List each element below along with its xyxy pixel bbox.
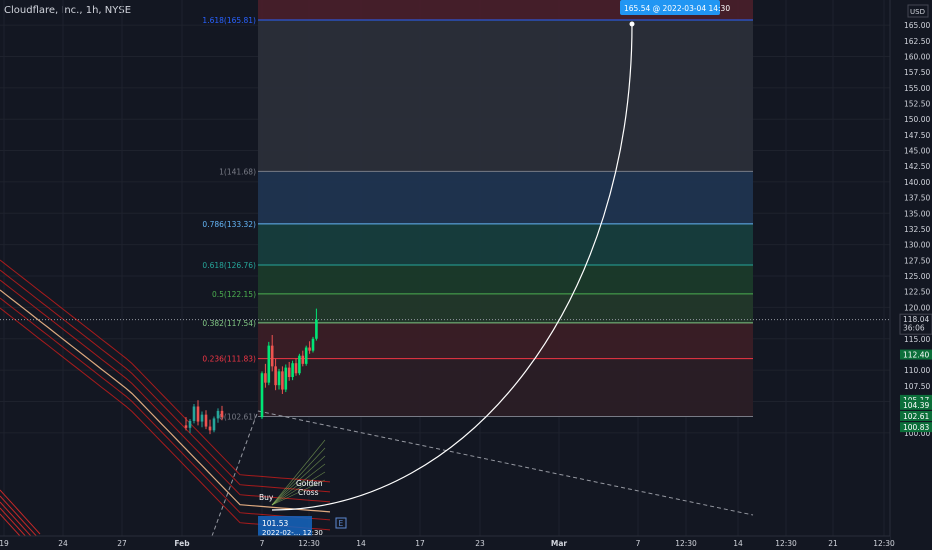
candle-body[interactable]: [274, 366, 277, 386]
price-axis-tick-label: 150.00: [904, 115, 930, 124]
price-axis-tick-label: 110.00: [904, 366, 930, 375]
candle-body[interactable]: [184, 425, 188, 428]
candle-body[interactable]: [301, 355, 305, 364]
candle-body[interactable]: [315, 319, 318, 339]
fib-level-label: 1(141.68): [219, 167, 256, 176]
price-axis-tick-label: 157.50: [904, 68, 930, 77]
projection-endpoint[interactable]: [629, 21, 635, 27]
time-axis-tick-label: 12:30: [298, 539, 320, 548]
time-axis-tick-label: 14: [733, 539, 743, 548]
time-axis-tick-label: 24: [58, 539, 68, 548]
moving-average-line: [0, 495, 41, 541]
candle-body[interactable]: [204, 414, 208, 427]
candle-body[interactable]: [291, 363, 294, 378]
candle-body[interactable]: [208, 426, 212, 431]
candle-body[interactable]: [264, 373, 267, 383]
price-label: 104.39: [903, 401, 929, 410]
fib-level-label: 0.786(133.32): [202, 220, 256, 229]
price-axis-tick-label: 147.50: [904, 131, 930, 140]
candle-body[interactable]: [277, 371, 281, 386]
price-label-countdown: 36:06: [903, 324, 925, 333]
fib-level-label: 0.618(126.76): [202, 261, 256, 270]
time-axis-tick-label: 23: [475, 539, 485, 548]
golden-cross-label: Golden: [296, 479, 323, 488]
moving-average-line: [0, 489, 41, 535]
trend-line: [257, 410, 754, 516]
buy-label: Buy: [259, 493, 274, 502]
fib-zone: [258, 223, 753, 265]
fib-zone: [258, 293, 753, 323]
price-axis-tick-label: 130.00: [904, 241, 930, 250]
fib-level-label: 0(102.61): [219, 412, 256, 421]
price-axis-tick-label: 152.50: [904, 100, 930, 109]
candle-body[interactable]: [267, 345, 271, 383]
time-axis-tick-label: 12:30: [873, 539, 895, 548]
fib-level-label: 0.5(122.15): [212, 290, 256, 299]
price-axis-tick-label: 145.00: [904, 147, 930, 156]
candle-body[interactable]: [212, 418, 216, 431]
candle-body[interactable]: [216, 410, 220, 419]
fib-level-label: 1.618(165.81): [202, 16, 256, 25]
time-axis-tick-label: 21: [828, 539, 838, 548]
time-axis-tick-label: 7: [260, 539, 265, 548]
fib-zone: [258, 358, 753, 417]
price-axis-tick-label: 142.50: [904, 162, 930, 171]
candle-body[interactable]: [192, 406, 196, 421]
time-axis-tick-label: 27: [117, 539, 127, 548]
price-axis-tick-label: 127.50: [904, 256, 930, 265]
fib-level-label: 0.236(111.83): [202, 355, 256, 364]
candle-body[interactable]: [287, 367, 291, 378]
time-axis-tick-label: 19: [0, 539, 9, 548]
candle-body[interactable]: [270, 345, 274, 367]
candle-body[interactable]: [308, 347, 311, 351]
currency-label: USD: [910, 8, 925, 16]
price-label: 102.61: [903, 412, 929, 421]
fib-zone: [258, 171, 753, 224]
price-axis-tick-label: 155.00: [904, 84, 930, 93]
fib-zone: [258, 264, 753, 294]
price-axis-tick-label: 125.00: [904, 272, 930, 281]
price-label: 100.83: [903, 423, 929, 432]
price-axis-tick-label: 140.00: [904, 178, 930, 187]
candle-body[interactable]: [311, 338, 315, 351]
candle-body[interactable]: [298, 355, 301, 374]
price-axis-tick-label: 107.50: [904, 382, 930, 391]
time-axis-tick-label: 17: [415, 539, 425, 548]
candle-body[interactable]: [188, 420, 192, 428]
candle-body[interactable]: [304, 347, 308, 364]
candle-body[interactable]: [294, 363, 298, 374]
price-axis-tick-label: 120.00: [904, 303, 930, 312]
candle-body[interactable]: [196, 406, 200, 422]
time-axis-background: [0, 536, 890, 550]
price-axis-tick-label: 162.50: [904, 37, 930, 46]
time-axis-tick-label: Feb: [174, 539, 190, 548]
event-marker-label: E: [339, 519, 344, 528]
time-axis-tick-label: 12:30: [775, 539, 797, 548]
candle-body[interactable]: [200, 414, 204, 422]
price-axis-tick-label: 122.50: [904, 288, 930, 297]
candle-body[interactable]: [220, 410, 224, 418]
price-axis-tick-label: 160.00: [904, 52, 930, 61]
price-axis-tick-label: 137.50: [904, 194, 930, 203]
price-axis-tick-label: 165.00: [904, 21, 930, 30]
time-axis-tick-label: 12:30: [675, 539, 697, 548]
fib-zone: [258, 20, 753, 172]
golden-cross-label: Cross: [298, 488, 319, 497]
candle-body[interactable]: [260, 373, 264, 418]
projection-label: 165.54 @ 2022-03-04 14:30: [624, 4, 730, 13]
time-axis-tick-label: 7: [636, 539, 641, 548]
price-chart[interactable]: 1.618(165.81) 1(141.68) 0.786(133.32) 0.618…: [0, 0, 932, 550]
price-label: 112.40: [903, 351, 929, 360]
time-axis-tick-label: Mar: [551, 539, 568, 548]
price-axis-tick-label: 132.50: [904, 225, 930, 234]
candle-body[interactable]: [281, 371, 284, 390]
price-axis-tick-label: 135.00: [904, 209, 930, 218]
candle-body[interactable]: [284, 367, 288, 390]
fib-zone: [258, 322, 753, 359]
time-axis-tick-label: 14: [356, 539, 366, 548]
price-axis-tick-label: 115.00: [904, 335, 930, 344]
tooltip-value: 101.53: [262, 519, 288, 528]
